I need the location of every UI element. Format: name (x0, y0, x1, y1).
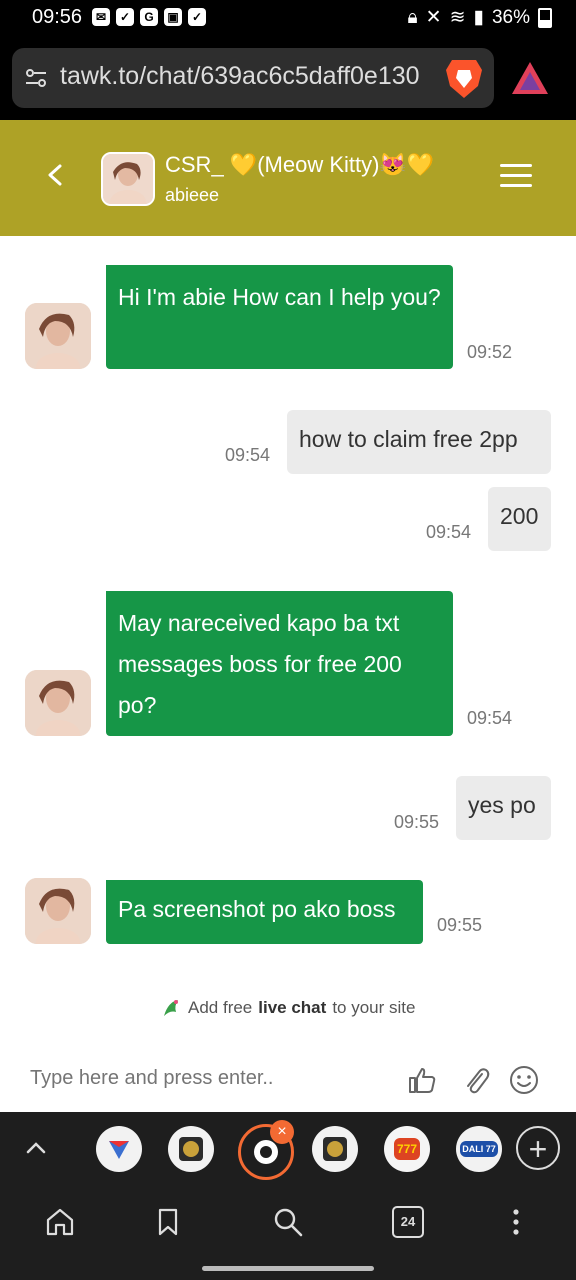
message-bubble: 200 (488, 487, 551, 551)
tab-thumbnail[interactable] (312, 1126, 358, 1172)
system-status: 🔒︎ ✕ ≋ ▮ 36% (408, 6, 552, 29)
message-time: 09:52 (467, 342, 513, 362)
chat-header: CSR_ 💛(Meow Kitty)😻💛 abieee (0, 120, 576, 236)
home-indicator[interactable] (202, 1266, 374, 1271)
bookmark-icon[interactable] (152, 1206, 184, 1238)
message-composer (0, 1056, 576, 1112)
url-text[interactable]: tawk.to/chat/639ac6c5daff0e130 (60, 62, 442, 91)
tab-thumbnail[interactable]: DALI 77 (456, 1126, 502, 1172)
brave-shields-icon[interactable] (444, 56, 484, 100)
brave-rewards-icon[interactable] (510, 58, 550, 98)
search-icon[interactable] (272, 1206, 304, 1238)
site-favicon (179, 1137, 203, 1161)
agent-avatar (101, 152, 155, 206)
google-icon: G (140, 8, 158, 26)
status-bar: 09:56 ✉ ✓ G ▣ ✓ 🔒︎ ✕ ≋ ▮ 36% (0, 0, 576, 36)
attachment-icon[interactable] (460, 1064, 492, 1096)
branding-bold: live chat (258, 998, 327, 1017)
emoji-icon[interactable] (508, 1064, 540, 1096)
site-favicon (323, 1137, 347, 1161)
branding-post: to your site (332, 998, 416, 1017)
message-bubble: Pa screenshot po ako boss (106, 880, 423, 944)
battery-icon (538, 7, 552, 28)
browser-bottom-nav: 24 (0, 1190, 576, 1260)
gallery-icon: ▣ (164, 8, 182, 26)
tab-label: DALI 77 (460, 1141, 498, 1157)
message-input[interactable] (28, 1066, 402, 1091)
signal-icon: ▮ (473, 7, 484, 28)
notification-icons: ✉ ✓ G ▣ ✓ (92, 8, 206, 26)
status-time: 09:56 (32, 6, 83, 28)
tab-thumbnail[interactable] (168, 1126, 214, 1172)
branding-pre: Add free (188, 998, 253, 1017)
close-tab-icon[interactable]: × (270, 1120, 294, 1144)
download-done-icon: ✓ (188, 8, 206, 26)
message-bubble: yes po (456, 776, 551, 840)
message-bubble: Hi I'm abie How can I help you? (106, 265, 453, 369)
message-time: 09:54 (225, 445, 271, 465)
new-tab-button[interactable]: + (516, 1126, 560, 1170)
wifi-icon: ≋ (449, 7, 466, 28)
site-settings-icon[interactable] (24, 66, 48, 90)
message-bubble: May nareceived kapo ba txt messages boss… (106, 591, 453, 736)
back-button[interactable] (40, 160, 70, 190)
check-icon: ✓ (116, 8, 134, 26)
thumbs-up-icon[interactable] (406, 1064, 438, 1096)
tab-count-button[interactable]: 24 (392, 1206, 424, 1238)
gesture-bar (0, 1260, 576, 1280)
messenger-icon: ✉ (92, 8, 110, 26)
lock-icon: 🔒︎ (407, 6, 418, 28)
agent-avatar (25, 878, 91, 944)
tab-label: 777 (393, 1138, 421, 1160)
browser-toolbar: tawk.to/chat/639ac6c5daff0e130 (0, 36, 576, 120)
agent-avatar (25, 303, 91, 369)
more-options-icon[interactable] (500, 1206, 532, 1238)
message-time: 09:55 (437, 915, 483, 935)
agent-avatar (25, 670, 91, 736)
message-time: 09:55 (394, 812, 440, 832)
address-bar[interactable]: tawk.to/chat/639ac6c5daff0e130 (12, 48, 494, 108)
message-time: 09:54 (426, 522, 472, 542)
tawk-branding-link[interactable]: Add free live chat to your site (160, 996, 415, 1020)
site-favicon (109, 1141, 129, 1159)
agent-name: CSR_ 💛(Meow Kitty)😻💛 (165, 152, 435, 177)
mute-icon: ✕ (425, 7, 442, 28)
battery-percent: 36% (491, 6, 530, 28)
tawk-bird-icon (164, 1000, 178, 1016)
tab-thumbnail[interactable]: 777 (384, 1126, 430, 1172)
message-bubble: how to claim free 2pp (287, 410, 551, 474)
tab-thumbnail[interactable] (96, 1126, 142, 1172)
home-icon[interactable] (44, 1206, 76, 1238)
tab-strip: × 777 DALI 77 + (0, 1112, 576, 1190)
chevron-up-icon[interactable] (22, 1134, 50, 1162)
chat-body: Hi I'm abie How can I help you? 09:52 09… (0, 236, 576, 1112)
menu-icon[interactable] (500, 164, 532, 190)
agent-subtitle: abieee (165, 185, 220, 205)
message-time: 09:54 (467, 708, 513, 728)
